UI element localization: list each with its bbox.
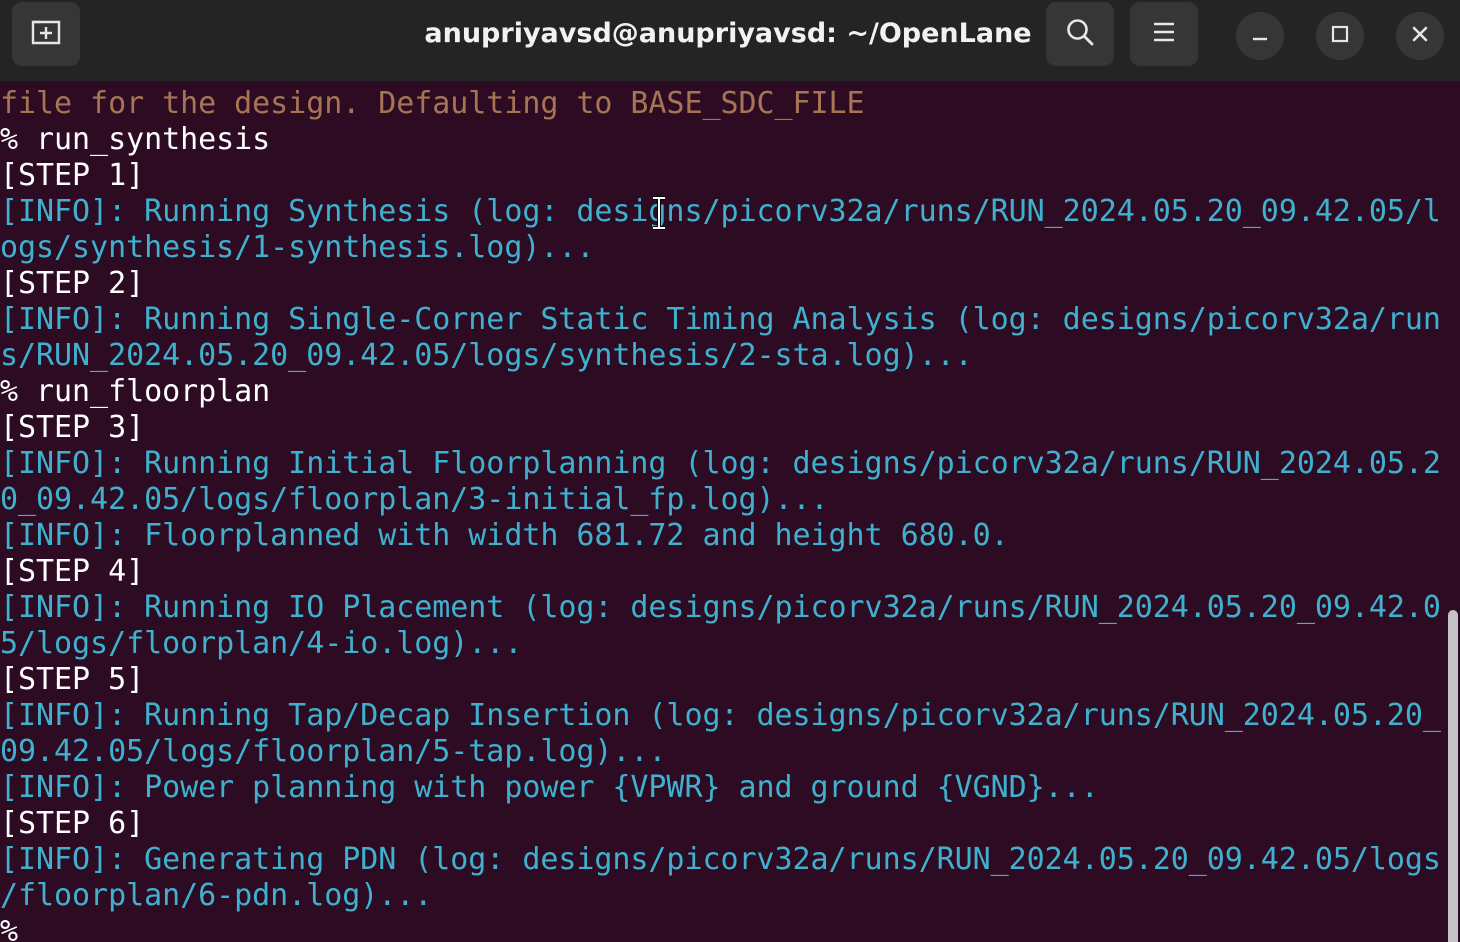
maximize-icon xyxy=(1330,24,1350,49)
terminal-line: [STEP 4] xyxy=(0,554,145,589)
terminal-line: /floorplan/6-pdn.log)... xyxy=(0,878,433,913)
scrollbar[interactable] xyxy=(1448,610,1458,942)
terminal-line: [INFO]: Power planning with power {VPWR}… xyxy=(0,770,1099,805)
terminal-line: [INFO]: Running Synthesis (log: designs/… xyxy=(0,194,1441,229)
terminal-line: [INFO]: Running Tap/Decap Insertion (log… xyxy=(0,698,1441,733)
maximize-button[interactable] xyxy=(1316,12,1364,60)
title-bar[interactable]: anupriyavsd@anupriyavsd: ~/OpenLane xyxy=(0,0,1460,82)
search-button[interactable] xyxy=(1046,2,1114,66)
window-title: anupriyavsd@anupriyavsd: ~/OpenLane xyxy=(424,18,1032,49)
terminal-line: [INFO]: Floorplanned with width 681.72 a… xyxy=(0,518,1009,553)
terminal-line: [INFO]: Running IO Placement (log: desig… xyxy=(0,590,1441,625)
terminal-line: [INFO]: Running Initial Floorplanning (l… xyxy=(0,446,1441,481)
terminal-line: [STEP 3] xyxy=(0,410,145,445)
new-tab-icon xyxy=(30,18,62,51)
mouse-ibeam-cursor-icon xyxy=(651,196,667,230)
terminal-line: 09.42.05/logs/floorplan/5-tap.log)... xyxy=(0,734,667,769)
terminal-output[interactable]: file for the design. Defaulting to BASE_… xyxy=(0,86,1446,942)
minimize-button[interactable] xyxy=(1236,12,1284,60)
terminal-line: % xyxy=(0,914,19,942)
new-tab-button[interactable] xyxy=(12,2,80,66)
menu-button[interactable] xyxy=(1130,2,1198,66)
terminal-line: [INFO]: Generating PDN (log: designs/pic… xyxy=(0,842,1441,877)
search-icon xyxy=(1065,17,1095,52)
terminal-line: [INFO]: Running Single-Corner Static Tim… xyxy=(0,302,1441,337)
terminal-line: % run_floorplan xyxy=(0,374,271,409)
hamburger-menu-icon xyxy=(1152,21,1176,48)
terminal-line: 0_09.42.05/logs/floorplan/3-initial_fp.l… xyxy=(0,482,829,517)
terminal-line: file for the design. Defaulting to BASE_… xyxy=(0,86,865,121)
terminal-line: [STEP 2] xyxy=(0,266,145,301)
terminal-line: ogs/synthesis/1-synthesis.log)... xyxy=(0,230,595,265)
terminal-line: [STEP 1] xyxy=(0,158,145,193)
minimize-icon xyxy=(1250,24,1270,49)
terminal-line: s/RUN_2024.05.20_09.42.05/logs/synthesis… xyxy=(0,338,973,373)
terminal-line: % run_synthesis xyxy=(0,122,271,157)
terminal-window: anupriyavsd@anupriyavsd: ~/OpenLane file… xyxy=(0,0,1460,942)
close-icon xyxy=(1410,24,1430,49)
close-button[interactable] xyxy=(1396,12,1444,60)
terminal-line: [STEP 6] xyxy=(0,806,145,841)
terminal-line: 5/logs/floorplan/4-io.log)... xyxy=(0,626,523,661)
terminal-line: [STEP 5] xyxy=(0,662,145,697)
